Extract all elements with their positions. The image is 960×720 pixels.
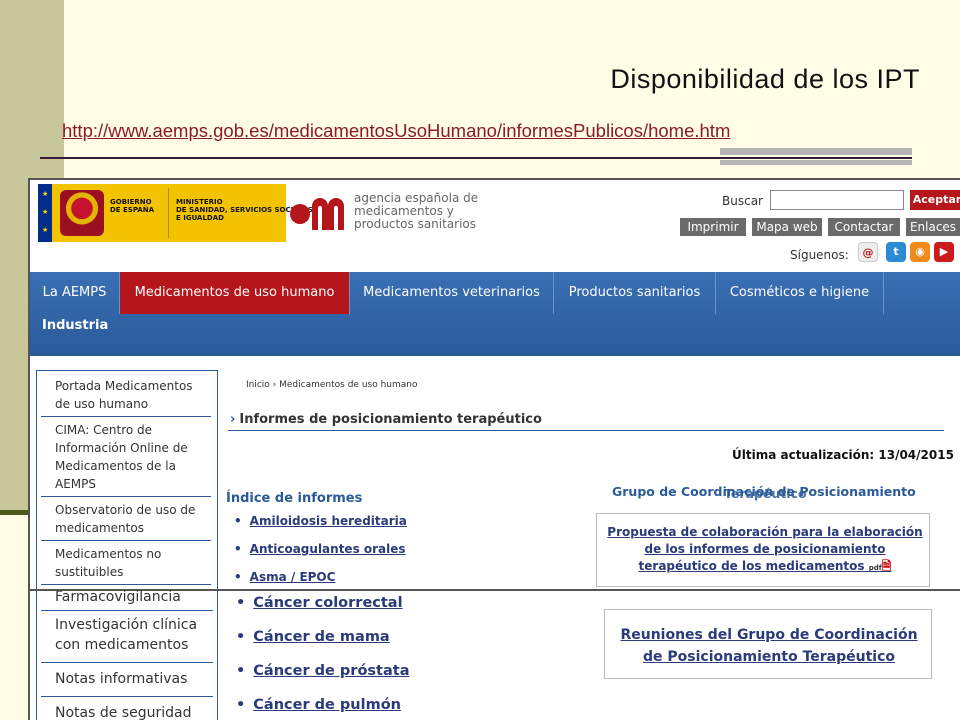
- list-item-label[interactable]: Cáncer de próstata: [253, 663, 409, 679]
- proposal-link[interactable]: Propuesta de colaboración para la elabor…: [605, 524, 925, 577]
- heading-divider: [228, 430, 944, 431]
- title-divider: [40, 157, 912, 159]
- sidebar-item-notes[interactable]: Notas informativas: [41, 669, 213, 697]
- proposal-box: Propuesta de colaboración para la elabor…: [596, 513, 930, 587]
- sidebar-item-non-substitutable[interactable]: Medicamentos no sustituibles: [41, 545, 211, 585]
- search-input[interactable]: [770, 190, 904, 210]
- follow-label: Síguenos:: [790, 248, 849, 262]
- nav-item-aemps[interactable]: La AEMPS: [30, 272, 120, 314]
- coat-of-arms-icon: [60, 190, 104, 236]
- list-item[interactable]: • Cáncer colorrectal: [236, 595, 403, 611]
- list-item-label[interactable]: Cáncer colorrectal: [253, 595, 402, 611]
- sidebar-item-observatory[interactable]: Observatorio de uso de medicamentos: [41, 501, 211, 541]
- pdf-icon[interactable]: pdf: [869, 564, 882, 572]
- sidebar-item-pharmacovigilance[interactable]: Farmacovigilancia: [41, 587, 213, 611]
- main-navigation: La AEMPS Medicamentos de uso humano Medi…: [30, 272, 960, 356]
- sitemap-button[interactable]: Mapa web: [752, 218, 822, 236]
- group-title-overlap: Terapéutico: [724, 486, 807, 501]
- agency-name: agencia española de medicamentos y produ…: [354, 191, 479, 231]
- list-item[interactable]: • Anticoagulantes orales: [234, 542, 406, 556]
- links-button[interactable]: Enlaces: [906, 218, 960, 236]
- divider-accent-lower: [720, 160, 912, 165]
- search-label: Buscar: [722, 194, 763, 208]
- last-updated: Última actualización: 13/04/2015: [732, 448, 954, 462]
- logo-separator: [168, 188, 169, 238]
- index-title: Índice de informes: [226, 491, 363, 506]
- divider-accent: [720, 148, 912, 155]
- list-item-label[interactable]: Cáncer de pulmón: [253, 697, 401, 713]
- nav-item-cosmetics[interactable]: Cosméticos e higiene: [716, 272, 884, 314]
- breadcrumb[interactable]: Inicio › Medicamentos de uso humano: [246, 380, 417, 390]
- chevron-right-icon: ›: [230, 412, 236, 427]
- list-item[interactable]: • Cáncer de pulmón: [236, 697, 401, 713]
- source-link[interactable]: http://www.aemps.gob.es/medicamentosUsoH…: [62, 120, 730, 142]
- contact-button[interactable]: Contactar: [828, 218, 900, 236]
- nav-item-veterinary[interactable]: Medicamentos veterinarios: [350, 272, 554, 314]
- sidebar-continued: Farmacovigilancia Investigación clínica …: [36, 589, 218, 720]
- twitter-icon[interactable]: t: [886, 242, 906, 262]
- list-item-label[interactable]: Asma / EPOC: [250, 570, 336, 584]
- page-heading-text: Informes de posicionamiento terapéutico: [239, 412, 542, 427]
- eu-flag-icon: ★ ★ ★: [38, 184, 52, 242]
- sidebar-item-clinical-research[interactable]: Investigación clínica con medicamentos: [41, 615, 213, 663]
- youtube-icon[interactable]: ▶: [934, 242, 954, 262]
- print-button[interactable]: Imprimir: [680, 218, 746, 236]
- slide-title: Disponibilidad de los IPT: [610, 64, 920, 94]
- slide-side-accent: [0, 510, 28, 515]
- list-item-label[interactable]: Anticoagulantes orales: [250, 542, 406, 556]
- sidebar-item-cima[interactable]: CIMA: Centro de Información Online de Me…: [41, 421, 211, 497]
- page-heading: › Informes de posicionamiento terapéutico: [230, 412, 542, 427]
- rss-icon[interactable]: ◉: [910, 242, 930, 262]
- list-item[interactable]: • Asma / EPOC: [234, 570, 335, 584]
- website-screenshot: ★ ★ ★ GOBIERNO DE ESPAÑA MINISTERIO DE SAN…: [28, 178, 960, 720]
- government-logo: ★ ★ ★ GOBIERNO DE ESPAÑA MINISTERIO DE SAN…: [38, 184, 313, 242]
- nav-item-human-medicines[interactable]: Medicamentos de uso humano: [120, 272, 350, 314]
- sidebar-item-home[interactable]: Portada Medicamentos de uso humano: [41, 377, 211, 417]
- sidebar-item-safety-notes[interactable]: Notas de seguridad: [41, 703, 213, 720]
- aemps-logo-icon: [290, 198, 344, 230]
- search-submit-button[interactable]: Aceptar: [910, 190, 960, 210]
- list-item-label[interactable]: Amiloidosis hereditaria: [250, 514, 407, 528]
- government-label: GOBIERNO DE ESPAÑA: [110, 198, 155, 214]
- meetings-link[interactable]: Reuniones del Grupo de Coordinación de P…: [615, 624, 923, 668]
- zoomed-continuation: Farmacovigilancia Investigación clínica …: [30, 589, 960, 720]
- pdf-file-icon[interactable]: 🗎: [882, 559, 892, 573]
- meetings-box: Reuniones del Grupo de Coordinación de P…: [604, 609, 932, 679]
- nav-item-industry[interactable]: Industria: [42, 318, 108, 333]
- email-icon[interactable]: @: [858, 242, 878, 262]
- list-item[interactable]: • Amiloidosis hereditaria: [234, 514, 407, 528]
- list-item[interactable]: • Cáncer de mama: [236, 629, 390, 645]
- list-item[interactable]: • Cáncer de próstata: [236, 663, 409, 679]
- nav-item-health-products[interactable]: Productos sanitarios: [554, 272, 716, 314]
- list-item-label[interactable]: Cáncer de mama: [253, 629, 389, 645]
